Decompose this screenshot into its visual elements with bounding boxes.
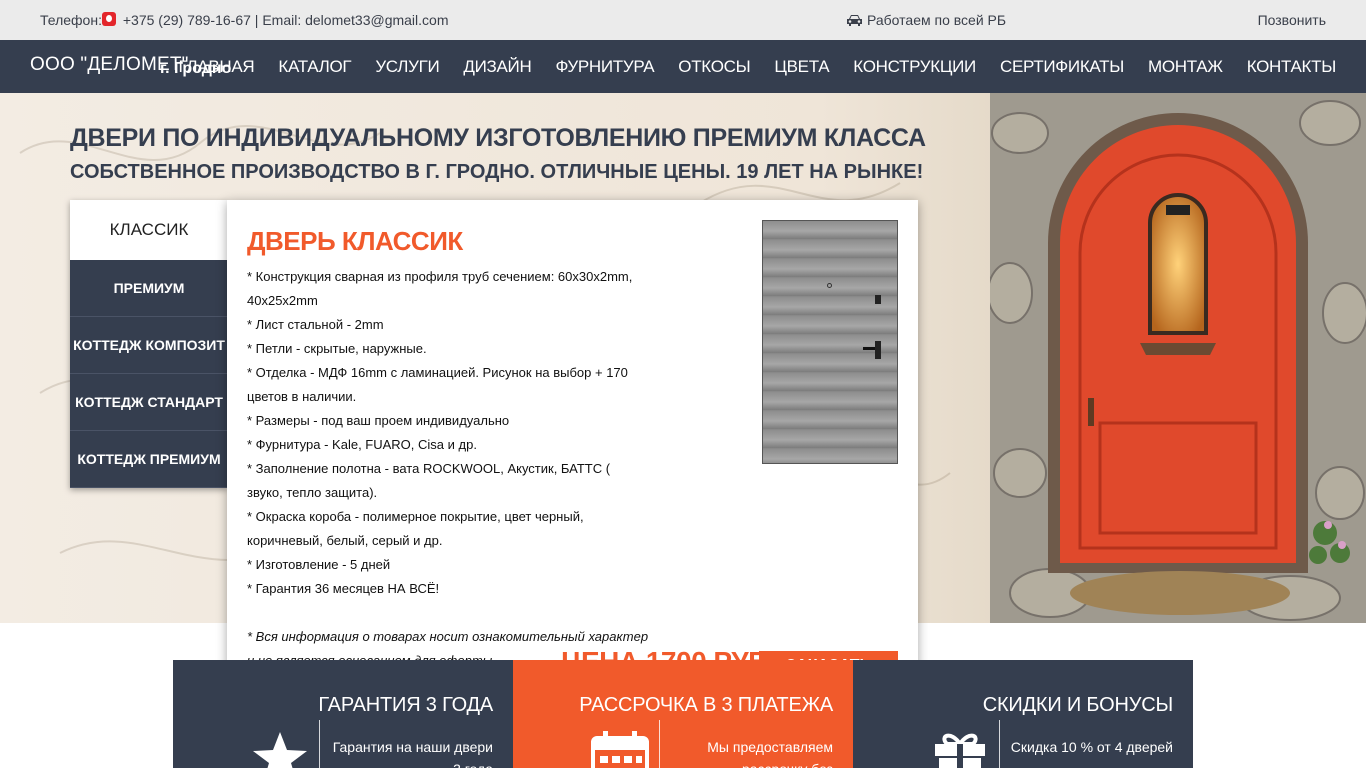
benefit-title: ГАРАНТИЯ 3 ГОДА	[318, 694, 493, 716]
call-link[interactable]: Позвонить	[1258, 12, 1326, 28]
tab-premium[interactable]: ПРЕМИУМ	[70, 260, 228, 317]
menu-item-constructions[interactable]: КОНСТРУКЦИИ	[853, 57, 976, 77]
benefit-discounts: СКИДКИ И БОНУСЫ Скидка 10 % от 4 дверей	[853, 660, 1193, 768]
work-area: Работаем по всей РБ	[846, 12, 1006, 28]
red-door-image	[990, 93, 1366, 623]
gift-icon	[935, 733, 985, 768]
tab-cottage-composite[interactable]: КОТТЕДЖ КОМПОЗИТ	[70, 317, 228, 374]
benefits-strip: ГАРАНТИЯ 3 ГОДА Гарантия на наши двери 3…	[173, 660, 1193, 768]
top-bar: Телефон: +375 (29) 789-16-67 | Email: de…	[0, 0, 1366, 40]
menu-item-catalog[interactable]: КАТАЛОГ	[278, 57, 351, 77]
menu-item-contacts[interactable]: КОНТАКТЫ	[1247, 57, 1337, 77]
benefit-divider	[659, 720, 660, 768]
benefit-title: РАССРОЧКА В 3 ПЛАТЕЖА	[579, 694, 833, 716]
feature-item: * Лист стальной - 2mm	[247, 317, 384, 332]
product-door-image	[762, 220, 898, 464]
door-lock-lower	[875, 341, 881, 359]
star-icon	[253, 732, 307, 768]
feature-item: * Заполнение полотна - вата ROCKWOOL, Ак…	[247, 461, 611, 500]
feature-item: * Фурнитура - Kale, FUARO, Cisa и др.	[247, 437, 477, 452]
feature-item: * Отделка - МДФ 16mm с ламинацией. Рисун…	[247, 365, 628, 404]
benefit-installments: РАССРОЧКА В 3 ПЛАТЕЖА Мы предоставляем р…	[513, 660, 853, 768]
menu-item-design[interactable]: ДИЗАЙН	[463, 57, 531, 77]
menu-item-colors[interactable]: ЦВЕТА	[774, 57, 829, 77]
benefit-text: Гарантия на наши двери 3 года	[332, 739, 493, 768]
product-card: ДВЕРЬ КЛАССИК * Конструкция сварная из п…	[227, 200, 918, 693]
feature-item: * Петли - скрытые, наружные.	[247, 341, 427, 356]
calendar-icon	[591, 731, 649, 768]
work-area-text: Работаем по всей РБ	[867, 12, 1007, 28]
feature-item: * Окраска короба - полимерное покрытие, …	[247, 509, 584, 548]
feature-item: * Конструкция сварная из профиля труб се…	[247, 269, 633, 308]
door-lock-upper	[875, 295, 881, 304]
menu-item-slopes[interactable]: ОТКОСЫ	[678, 57, 750, 77]
hero-subtitle: СОБСТВЕННОЕ ПРОИЗВОДСТВО В Г. ГРОДНО. ОТ…	[70, 161, 924, 183]
car-icon	[847, 15, 862, 26]
benefit-divider	[319, 720, 320, 768]
benefit-title: СКИДКИ И БОНУСЫ	[982, 694, 1173, 716]
benefit-warranty: ГАРАНТИЯ 3 ГОДА Гарантия на наши двери 3…	[173, 660, 513, 768]
feature-item: * Гарантия 36 месяцев НА ВСЁ!	[247, 581, 440, 596]
tab-classic[interactable]: КЛАССИК	[70, 200, 228, 260]
menu-item-home[interactable]: ГЛАВНАЯ	[178, 57, 254, 77]
tab-cottage-standard[interactable]: КОТТЕДЖ СТАНДАРТ	[70, 374, 228, 431]
tab-cottage-premium[interactable]: КОТТЕДЖ ПРЕМИУМ	[70, 431, 228, 488]
main-menu: ГЛАВНАЯ КАТАЛОГ УСЛУГИ ДИЗАЙН ФУРНИТУРА …	[178, 40, 1336, 93]
hero-title: ДВЕРИ ПО ИНДИВИДУАЛЬНОМУ ИЗГОТОВЛЕНИЮ ПР…	[70, 124, 926, 152]
feature-item: * Размеры - под ваш проем индивидуально	[247, 413, 510, 428]
feature-list: * Конструкция сварная из профиля труб се…	[247, 265, 647, 601]
menu-item-installation[interactable]: МОНТАЖ	[1148, 57, 1223, 77]
benefit-divider	[999, 720, 1000, 768]
benefit-text: Мы предоставляем рассрочку без предоплат…	[707, 739, 833, 768]
contact-info: Телефон: +375 (29) 789-16-67 | Email: de…	[40, 12, 448, 28]
product-title: ДВЕРЬ КЛАССИК	[247, 226, 463, 256]
phone-email: +375 (29) 789-16-67 | Email: delomet33@g…	[122, 12, 449, 28]
feature-item: * Изготовление - 5 дней	[247, 557, 391, 572]
phone-operator-icon	[101, 12, 116, 26]
menu-item-certificates[interactable]: СЕРТИФИКАТЫ	[1000, 57, 1124, 77]
door-handle	[863, 347, 875, 350]
menu-item-services[interactable]: УСЛУГИ	[375, 57, 439, 77]
menu-item-hardware[interactable]: ФУРНИТУРА	[555, 57, 654, 77]
navbar: ООО "ДЕЛОМЕТ" г. Гродно ГЛАВНАЯ КАТАЛОГ …	[0, 40, 1366, 93]
benefit-text: Скидка 10 % от 4 дверей	[1010, 739, 1173, 755]
phone-label: Телефон:	[40, 12, 102, 28]
door-peephole	[827, 283, 832, 288]
product-tabs: КЛАССИК ПРЕМИУМ КОТТЕДЖ КОМПОЗИТ КОТТЕДЖ…	[70, 200, 228, 488]
